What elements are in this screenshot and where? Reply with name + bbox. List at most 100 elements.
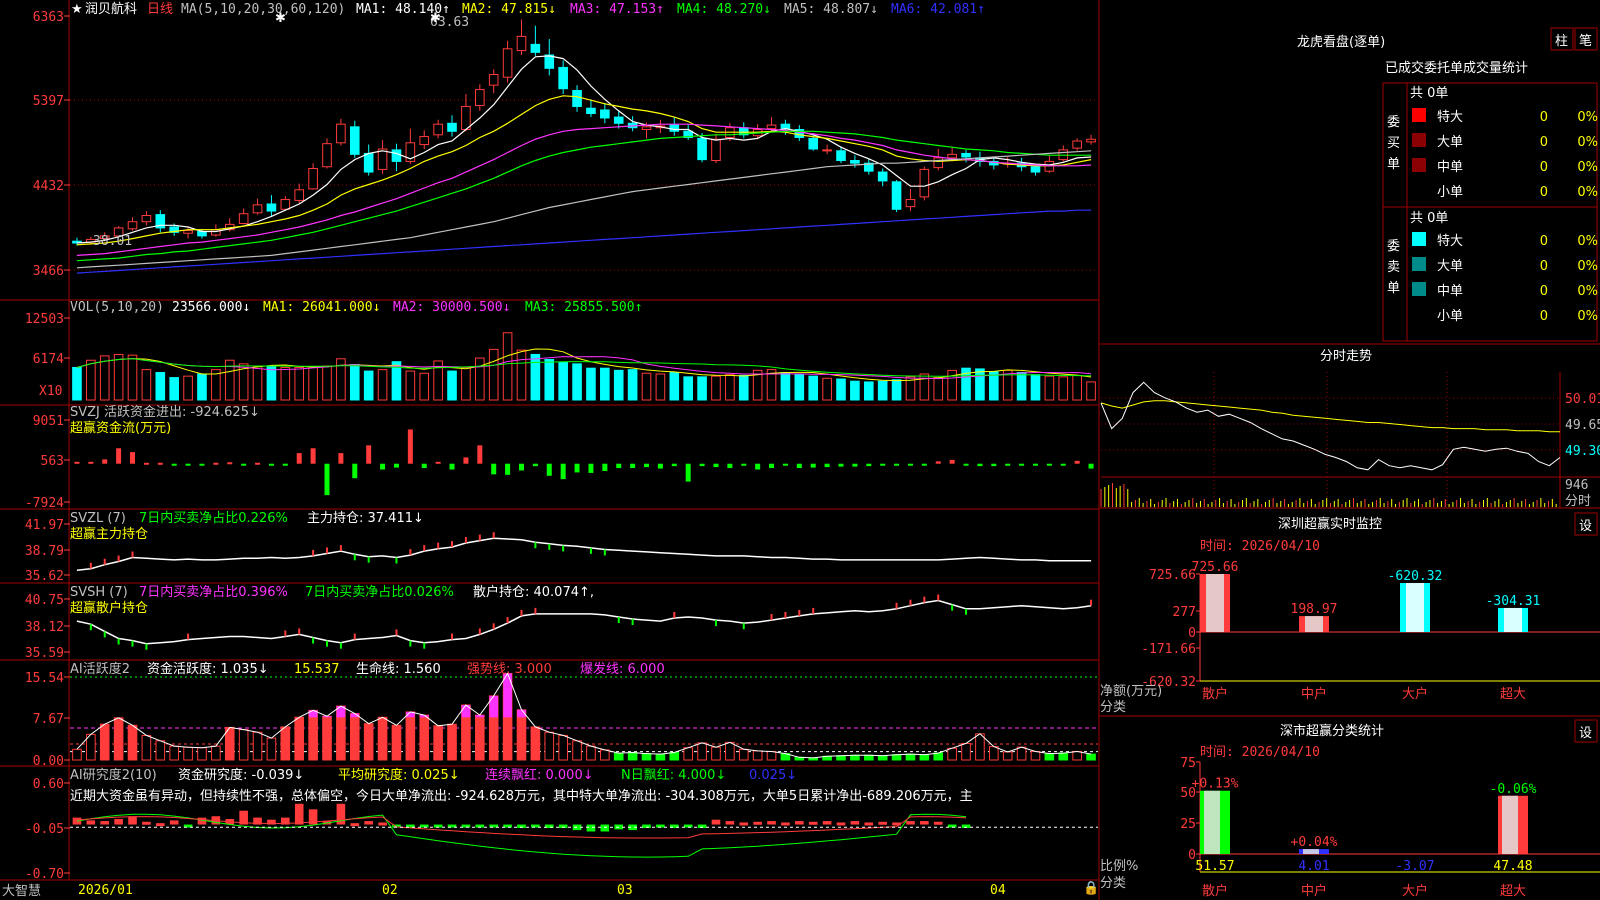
- activity-bar[interactable]: [72, 748, 82, 761]
- volume-bar[interactable]: [669, 372, 680, 401]
- volume-bar[interactable]: [738, 374, 749, 401]
- volume-bar[interactable]: [322, 365, 332, 401]
- activity-bar[interactable]: [627, 752, 638, 761]
- volume-bar[interactable]: [627, 369, 638, 401]
- activity-bar[interactable]: [891, 754, 902, 761]
- fund-flow-bar[interactable]: [407, 429, 413, 464]
- fund-flow-bar[interactable]: [171, 463, 177, 466]
- volume-bar[interactable]: [808, 375, 819, 401]
- activity-bar[interactable]: [433, 725, 443, 761]
- candle[interactable]: [711, 138, 721, 162]
- volume-bar[interactable]: [933, 377, 944, 401]
- volume-bar[interactable]: [516, 349, 527, 401]
- fund-flow-bar[interactable]: [268, 463, 274, 466]
- activity-bar[interactable]: [1016, 746, 1027, 761]
- fund-flow-bar[interactable]: [907, 463, 913, 466]
- svzj-panel[interactable]: 9051 563 -7924: [25, 414, 1094, 511]
- fund-flow-bar[interactable]: [713, 463, 719, 468]
- activity-bar[interactable]: [1030, 750, 1041, 761]
- fund-flow-bar[interactable]: [824, 463, 830, 468]
- volume-bar[interactable]: [141, 369, 152, 401]
- candle[interactable]: [558, 66, 568, 90]
- candle[interactable]: [349, 126, 360, 155]
- fund-flow-bar[interactable]: [435, 461, 441, 464]
- fund-flow-bar[interactable]: [699, 463, 705, 467]
- candle[interactable]: [808, 137, 819, 150]
- activity-bar[interactable]: [850, 754, 860, 761]
- candle[interactable]: [877, 171, 888, 182]
- candle[interactable]: [919, 168, 930, 198]
- research-bar[interactable]: [739, 822, 749, 826]
- activity-bar[interactable]: [141, 734, 152, 761]
- volume-bar[interactable]: [308, 366, 318, 401]
- activity-bar[interactable]: [975, 733, 985, 761]
- research-bar[interactable]: [364, 821, 373, 825]
- volume-bar[interactable]: [683, 376, 693, 401]
- candle[interactable]: [475, 89, 485, 107]
- volume-bar[interactable]: [836, 378, 846, 401]
- candle[interactable]: [183, 230, 193, 234]
- volume-bar[interactable]: [99, 355, 110, 401]
- fund-flow-bar[interactable]: [143, 462, 149, 465]
- fund-flow-bar[interactable]: [505, 463, 511, 475]
- activity-bar[interactable]: [641, 753, 652, 761]
- fund-flow-bar[interactable]: [310, 448, 316, 464]
- activity-bar[interactable]: [572, 740, 582, 761]
- fund-flow-bar[interactable]: [130, 452, 136, 464]
- volume-bar[interactable]: [891, 379, 902, 401]
- period-label[interactable]: 日线: [147, 2, 173, 17]
- volume-bar[interactable]: [1016, 372, 1027, 401]
- activity-bar[interactable]: [349, 713, 360, 761]
- volume-bar[interactable]: [266, 366, 277, 401]
- candle[interactable]: [850, 160, 860, 164]
- fund-flow-bar[interactable]: [546, 463, 552, 476]
- candle[interactable]: [502, 48, 513, 78]
- fund-flow-bar[interactable]: [1060, 463, 1066, 466]
- candle[interactable]: [766, 124, 777, 130]
- activity-bar[interactable]: [947, 747, 957, 761]
- fund-flow-bar[interactable]: [102, 459, 108, 464]
- fund-flow-bar[interactable]: [810, 463, 816, 468]
- volume-bar[interactable]: [877, 380, 888, 401]
- candle[interactable]: [252, 204, 263, 214]
- fund-flow-bar[interactable]: [477, 445, 483, 464]
- volume-bar[interactable]: [544, 359, 555, 401]
- candle[interactable]: [961, 152, 971, 158]
- volume-bar[interactable]: [1058, 376, 1069, 401]
- fund-flow-bar[interactable]: [602, 463, 608, 471]
- fund-flow-bar[interactable]: [977, 463, 983, 467]
- activity-bar[interactable]: [961, 742, 971, 761]
- activity-bar[interactable]: [752, 750, 763, 761]
- fund-flow-bar[interactable]: [1046, 463, 1052, 466]
- activity-bar[interactable]: [322, 715, 332, 761]
- brand-logo[interactable]: 大智慧: [2, 883, 41, 899]
- candle[interactable]: [1072, 140, 1082, 149]
- candle[interactable]: [322, 143, 332, 168]
- volume-bar[interactable]: [475, 357, 485, 401]
- volume-bar[interactable]: [572, 363, 582, 401]
- activity-bar[interactable]: [655, 753, 666, 761]
- activity-bar[interactable]: [544, 731, 555, 761]
- fund-flow-bar[interactable]: [199, 463, 205, 466]
- volume-bar[interactable]: [419, 372, 430, 401]
- fund-flow-bar[interactable]: [324, 463, 330, 496]
- activity-bar[interactable]: [516, 709, 527, 761]
- fund-flow-bar[interactable]: [991, 463, 997, 467]
- fund-flow-bar[interactable]: [380, 463, 386, 470]
- candle[interactable]: [780, 123, 791, 130]
- research-bar[interactable]: [142, 821, 151, 825]
- fund-flow-bar[interactable]: [518, 463, 524, 471]
- candle[interactable]: [697, 137, 707, 161]
- volume-bar[interactable]: [1086, 381, 1096, 401]
- fund-flow-bar[interactable]: [616, 463, 622, 469]
- fund-flow-bar[interactable]: [574, 463, 580, 473]
- fund-flow-bar[interactable]: [963, 463, 969, 466]
- volume-panel[interactable]: 12503 6174: [25, 312, 1096, 401]
- volume-bar[interactable]: [72, 366, 82, 401]
- volume-bar[interactable]: [113, 353, 124, 401]
- candle[interactable]: [586, 107, 596, 115]
- fund-flow-bar[interactable]: [644, 463, 650, 468]
- volume-bar[interactable]: [863, 381, 874, 401]
- fund-flow-bar[interactable]: [1074, 460, 1080, 464]
- fund-flow-bar[interactable]: [116, 448, 122, 464]
